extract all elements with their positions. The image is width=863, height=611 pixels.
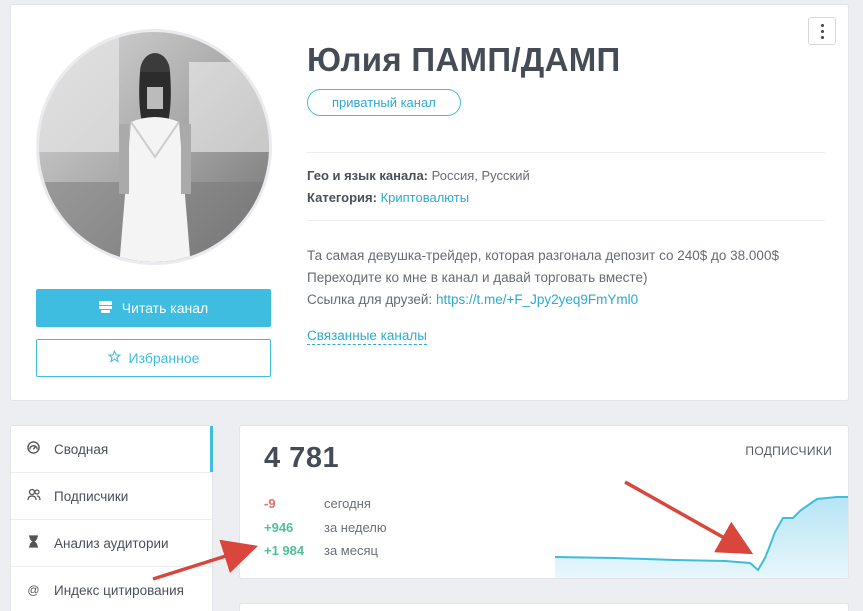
sidebar-item-summary[interactable]: Сводная [11,426,213,473]
stats-sidebar-nav: Сводная Подписчики Анализ аудитории @ Ин… [10,425,213,611]
read-channel-label: Читать канал [121,300,209,316]
invite-link-prefix: Ссылка для друзей: [307,292,436,307]
divider [307,152,825,153]
sidebar-item-label: Индекс цитирования [54,582,184,598]
delta-today-value: -9 [264,496,276,511]
category-link[interactable]: Криптовалюты [381,190,469,205]
private-channel-badge: приватный канал [307,89,461,116]
hourglass-icon [27,535,40,551]
favorite-button[interactable]: Избранное [36,339,271,377]
kebab-dot [820,23,824,27]
favorite-label: Избранное [128,350,200,366]
sidebar-item-subscribers[interactable]: Подписчики [11,473,212,520]
sparkline-area [555,497,848,578]
sidebar-item-label: Подписчики [54,488,129,504]
sidebar-item-label: Анализ аудитории [54,535,169,551]
category-label: Категория: [307,190,377,205]
read-channel-button[interactable]: Читать канал [36,289,271,327]
channel-title: Юлия ПАМП/ДАМП [307,41,621,78]
sidebar-item-audience-analysis[interactable]: Анализ аудитории [11,520,212,567]
star-icon [107,349,121,366]
delta-month-value: +1 984 [264,543,305,558]
geo-value: Россия, Русский [431,168,530,183]
delta-week-value: +946 [264,520,294,535]
sidebar-item-label: Сводная [54,441,109,457]
invite-link-row: Ссылка для друзей: https://t.me/+F_Jpy2y… [307,292,638,307]
next-card [239,603,849,611]
delta-month-period: за месяц [324,543,378,558]
delta-today-row: -9 сегодня [264,496,371,511]
description-line: Переходите ко мне в канал и давай торгов… [307,270,648,285]
divider [307,220,825,221]
subscribers-sparkline [555,496,848,578]
at-icon: @ [27,583,40,597]
subscribers-total: 4 781 [264,442,340,474]
kebab-dot [820,29,824,33]
more-options-button[interactable] [808,17,836,45]
subscribers-stats-card: 4 781 ПОДПИСЧИКИ -9 сегодня +946 за неде… [239,425,849,579]
category-row: Категория: Криптовалюты [307,190,469,205]
sidebar-item-citation-index[interactable]: @ Индекс цитирования [11,567,212,611]
book-icon [98,300,112,316]
delta-month-row: +1 984 за месяц [264,543,378,558]
invite-link[interactable]: https://t.me/+F_Jpy2yeq9FmYml0 [436,292,638,307]
geo-language-row: Гео и язык канала: Россия, Русский [307,168,530,183]
delta-week-period: за неделю [324,520,387,535]
geo-label: Гео и язык канала: [307,168,428,183]
channel-profile-card: Читать канал Избранное Юлия ПАМП/ДАМП пр… [10,4,849,401]
description-line: Та самая девушка-трейдер, которая разгон… [307,248,779,263]
delta-today-period: сегодня [324,496,371,511]
channel-avatar [36,29,272,265]
users-icon [27,488,41,504]
dashboard-icon [27,441,40,457]
subscribers-label: ПОДПИСЧИКИ [745,444,832,458]
delta-week-row: +946 за неделю [264,520,387,535]
related-channels-link[interactable]: Связанные каналы [307,328,427,345]
kebab-dot [820,35,824,39]
